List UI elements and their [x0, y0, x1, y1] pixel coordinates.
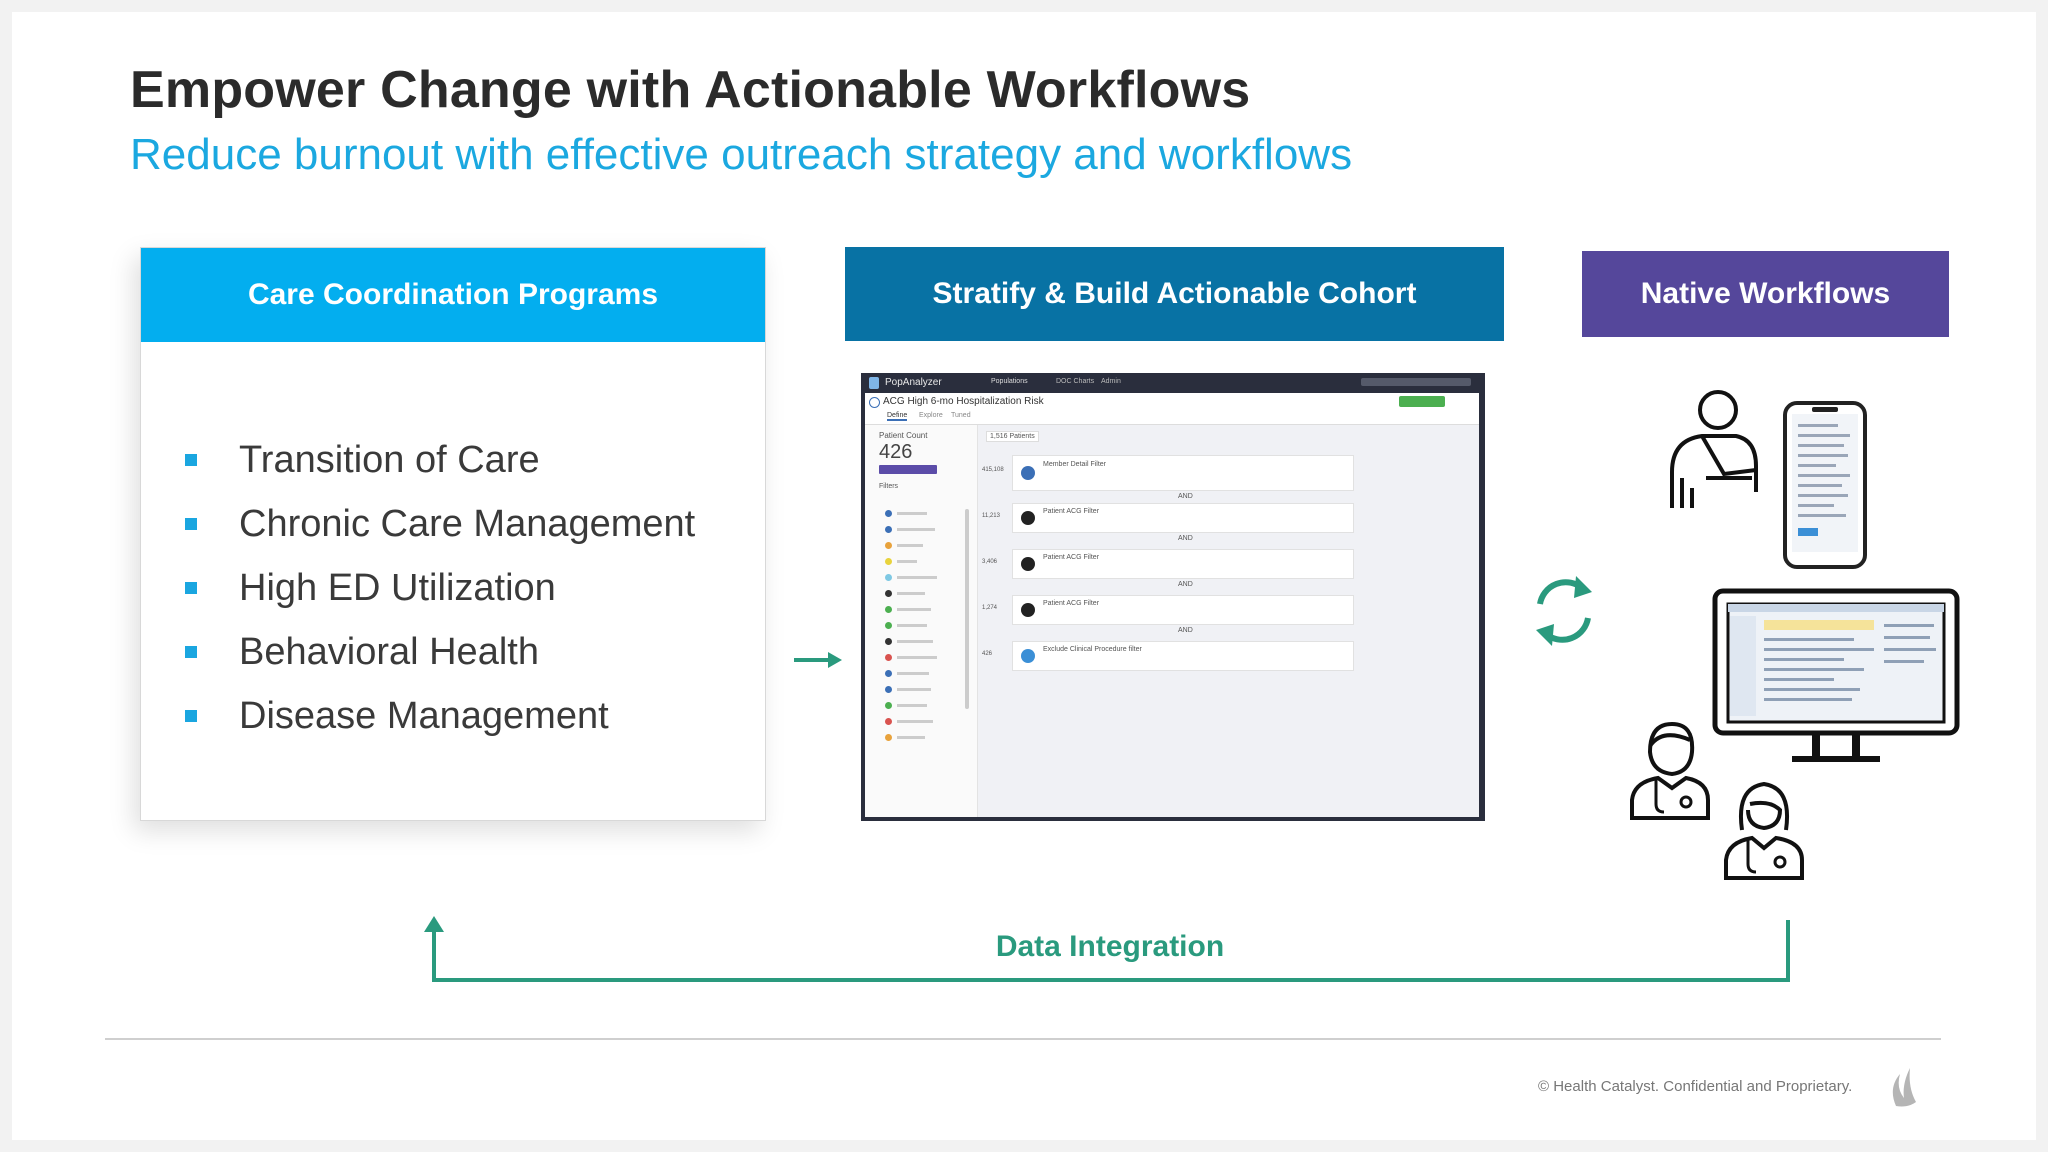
list-item: High ED Utilization — [181, 556, 695, 620]
flow-node: Exclude Clinical Procedure filter — [1012, 641, 1354, 671]
bullet-icon — [185, 710, 197, 722]
refresh-cycle-icon — [1536, 576, 1592, 646]
filter-items — [885, 505, 965, 745]
filters-label: Filters — [879, 483, 899, 490]
node-count: 415,108 — [982, 467, 1004, 473]
user-menu — [1361, 378, 1471, 386]
native-workflows-header: Native Workflows — [1582, 251, 1949, 337]
list-item: Chronic Care Management — [181, 492, 695, 556]
list-item: Disease Management — [181, 684, 695, 748]
tab-tuned: Tuned — [951, 412, 971, 419]
cohort-header: 1,516 Patients — [986, 431, 1039, 442]
stratify-header: Stratify & Build Actionable Cohort — [845, 247, 1504, 341]
node-label: Member Detail Filter — [1043, 461, 1107, 468]
care-coordination-header: Care Coordination Programs — [141, 248, 765, 342]
and-connector: AND — [1178, 627, 1193, 634]
app-logo-icon — [869, 377, 879, 389]
and-connector: AND — [1178, 535, 1193, 542]
tab-define: Define — [887, 412, 908, 421]
nav-doc-charts: DOC Charts — [1056, 378, 1095, 385]
health-catalyst-logo-icon — [1892, 1068, 1916, 1107]
flow-node: Patient ACG Filter — [1012, 595, 1354, 625]
node-label: Patient ACG Filter — [1043, 508, 1100, 515]
tab-explore: Explore — [919, 412, 943, 419]
bullet-icon — [185, 646, 197, 658]
program-list: Transition of Care Chronic Care Manageme… — [181, 428, 695, 748]
page-subtitle: Reduce burnout with effective outreach s… — [130, 130, 1353, 179]
bullet-icon — [185, 518, 197, 530]
screenshot-content: ACG High 6-mo Hospitalization Risk Defin… — [865, 393, 1479, 817]
node-count: 426 — [982, 651, 993, 657]
and-connector: AND — [1178, 493, 1193, 500]
cohort-flow: 1,516 Patients Member Detail Filter 415,… — [978, 425, 1479, 817]
node-label: Exclude Clinical Procedure filter — [1043, 646, 1142, 653]
bullet-icon — [185, 454, 197, 466]
filter-panel: Patient Count 426 Filters — [865, 425, 978, 817]
save-button — [1399, 396, 1445, 407]
patient-icon — [1670, 390, 1758, 508]
care-coordination-card: Care Coordination Programs Transition of… — [140, 247, 766, 821]
cohort-icon — [869, 397, 880, 408]
flow-node: Patient ACG Filter — [1012, 503, 1354, 533]
app-name: PopAnalyzer — [885, 377, 942, 388]
footer-divider — [105, 1038, 1941, 1040]
page-title: Empower Change with Actionable Workflows — [130, 61, 1251, 119]
list-item: Transition of Care — [181, 428, 695, 492]
program-label: Behavioral Health — [239, 630, 539, 673]
nav-populations: Populations — [991, 378, 1028, 385]
nav-admin: Admin — [1101, 378, 1121, 385]
arrow-right-icon — [794, 652, 842, 668]
doctor-female-icon — [1724, 781, 1804, 880]
cohort-title: ACG High 6-mo Hospitalization Risk — [883, 396, 1044, 407]
node-count: 11,213 — [982, 513, 1000, 519]
mobile-phone-icon — [1783, 401, 1867, 569]
bullet-icon — [185, 582, 197, 594]
node-count: 3,406 — [982, 559, 998, 565]
patient-count-label: Patient Count — [879, 431, 928, 440]
doctor-icon — [1630, 721, 1710, 820]
patient-count-value: 426 — [879, 441, 913, 463]
node-count: 1,274 — [982, 605, 998, 611]
program-label: Disease Management — [239, 694, 609, 737]
filter-scrollbar — [965, 509, 969, 709]
popanalyzer-screenshot: PopAnalyzer Populations DOC Charts Admin… — [861, 373, 1485, 821]
program-label: High ED Utilization — [239, 566, 556, 609]
desktop-monitor-icon — [1712, 588, 1960, 762]
data-integration-label: Data Integration — [995, 930, 1225, 963]
node-label: Patient ACG Filter — [1043, 554, 1100, 561]
and-connector: AND — [1178, 581, 1193, 588]
footer-copyright: © Health Catalyst. Confidential and Prop… — [1538, 1078, 1853, 1095]
list-item: Behavioral Health — [181, 620, 695, 684]
execute-button — [879, 465, 937, 474]
program-label: Chronic Care Management — [239, 502, 696, 545]
flow-node: Patient ACG Filter — [1012, 549, 1354, 579]
flow-node: Member Detail Filter — [1012, 455, 1354, 491]
program-label: Transition of Care — [239, 438, 540, 481]
node-label: Patient ACG Filter — [1043, 600, 1100, 607]
